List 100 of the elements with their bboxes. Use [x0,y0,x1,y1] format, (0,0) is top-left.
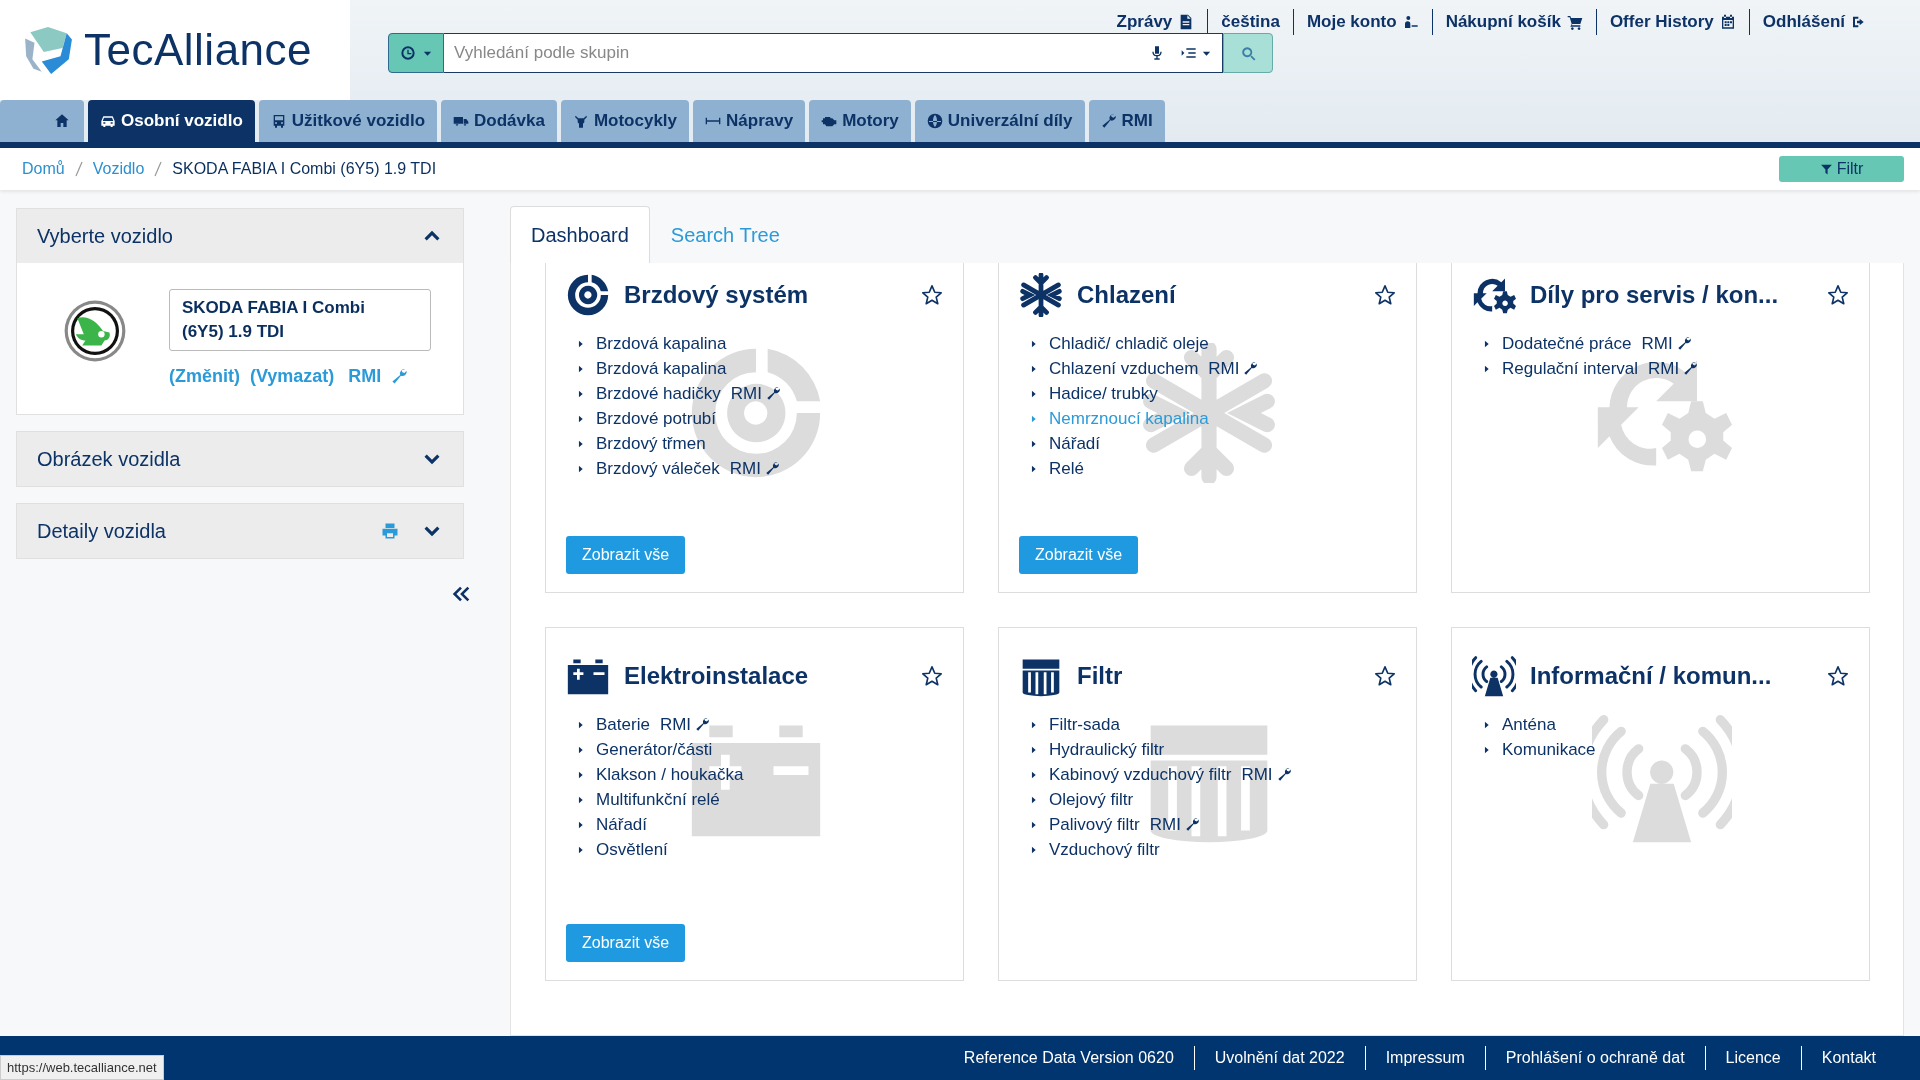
search-icon [1240,45,1256,61]
breadcrumb-link[interactable]: Vozidlo [92,157,145,181]
wrench-icon [765,386,781,401]
card-title: Díly pro servis / kon... [1530,280,1779,310]
favorite-button[interactable] [1827,665,1849,687]
breadcrumb-current: SKODA FABIA I Combi (6Y5) 1.9 TDI [172,159,437,179]
rmi-link[interactable]: RMI [659,712,711,737]
nav-tab[interactable]: Univerzální díly [914,100,1085,142]
category-link[interactable]: Brzdové potrubí [596,406,716,431]
wrench-icon [1243,361,1259,376]
category-link[interactable]: Chlazení vzduchem [1049,356,1199,381]
footer-link[interactable]: Uvolnění dat 2022 [1193,1046,1365,1070]
category-link[interactable]: Relé [1049,456,1084,481]
rmi-link[interactable]: RMI [1208,356,1259,381]
nav-tab[interactable] [0,100,84,142]
wrench-icon [391,367,409,385]
wrench-icon [1276,767,1292,782]
panel-header[interactable]: Detaily vozidla [17,503,463,558]
favorite-button[interactable] [921,284,943,306]
category-link[interactable]: Generátor/části [596,737,713,762]
breadcrumb-link[interactable]: Domů [22,157,65,181]
wrench-icon [695,717,711,732]
nav-tab[interactable]: RMI [1088,100,1165,142]
category-link[interactable]: Komunikace [1502,737,1596,762]
category-link[interactable]: Anténa [1502,712,1556,737]
favorite-button[interactable] [921,665,943,687]
category-link[interactable]: Osvětlení [596,837,668,862]
printer-icon [381,521,399,540]
car-brand-logo [63,299,127,363]
category-link[interactable]: Multifunkční relé [596,787,720,812]
card-title: Brzdový systém [624,280,809,310]
nav-tab[interactable]: Motory [809,100,911,142]
rmi-link[interactable]: RMI [1241,762,1292,787]
panel-header[interactable]: Obrázek vozidla [17,431,463,486]
star-icon [1827,284,1849,306]
top-link[interactable]: Offer History [1595,9,1749,35]
footer-link[interactable]: Licence [1704,1046,1801,1070]
card-title: Informační / komun... [1530,661,1772,691]
rmi-link[interactable]: RMI [1149,812,1200,837]
category-link[interactable]: Filtr-sada [1049,712,1120,737]
rmi-link[interactable]: RMI [1641,331,1692,356]
house-icon [54,113,70,129]
content-tab[interactable]: Dashboard [510,206,650,263]
footer-link[interactable]: Impressum [1364,1046,1485,1070]
footer-link[interactable]: Reference Data Version 0620 [943,1046,1194,1070]
category-link[interactable]: Hydraulický filtr [1049,737,1165,762]
category-link[interactable]: Regulační interval [1502,356,1639,381]
nav-tab[interactable]: Užitkové vozidlo [258,100,438,142]
top-link[interactable]: Moje konto [1292,9,1432,35]
category-link[interactable]: Hadice/ trubky [1049,381,1158,406]
panel-header[interactable]: Vyberte vozidlo [17,209,463,263]
nav-tab[interactable]: Dodávka [441,100,557,142]
snowflake-icon [1019,273,1063,317]
category-link[interactable]: Brzdový váleček [596,456,720,481]
footer-link[interactable]: Prohlášení o ochraně dat [1484,1046,1705,1070]
history-button[interactable] [388,33,444,73]
search-field[interactable]: Vyhledání podle skupin [444,33,1141,73]
logo-text: TecAlliance [84,24,313,76]
logo-icon [22,24,74,76]
category-link[interactable]: Palivový filtr [1049,812,1140,837]
user-icon [1402,13,1419,30]
wrench-icon [1683,361,1699,376]
category-link[interactable]: Dodatečné práce [1502,331,1632,356]
top-link[interactable]: Zprávy [1103,9,1208,35]
category-link[interactable]: Baterie [596,712,650,737]
nav-tab[interactable]: Motocykly [560,100,690,142]
car-icon [100,113,116,129]
category-link[interactable]: Vzduchový filtr [1049,837,1160,862]
clock-icon [399,45,416,61]
star-icon [1374,284,1396,306]
category-link[interactable]: Brzdová kapalina [596,331,727,356]
top-link[interactable]: Odhlášení [1748,9,1880,35]
print-button[interactable] [381,521,399,540]
category-link[interactable]: Brzdové hadičky [596,381,721,406]
rmi-link[interactable]: RMI [729,456,780,481]
category-link[interactable]: Nářadí [1049,431,1101,456]
breadcrumb-separator [154,161,163,177]
category-link[interactable]: Nářadí [596,812,648,837]
category-link[interactable]: Chladič/ chladič oleje [1049,331,1209,356]
rmi-link[interactable]: RMI [1648,356,1699,381]
list-icon [1181,45,1197,61]
category-link[interactable]: Brzdový třmen [596,431,706,456]
favorite-button[interactable] [1374,665,1396,687]
nav-tab[interactable]: Osobní vozidlo [88,100,255,142]
category-link[interactable]: Olejový filtr [1049,787,1134,812]
category-link[interactable]: Klakson / houkačka [596,762,744,787]
vehicle-name-field: SKODA FABIA I Combi (6Y5) 1.9 TDI [169,289,431,351]
star-icon [1374,665,1396,687]
footer-link[interactable]: Kontakt [1800,1046,1896,1070]
nav-tab[interactable]: Nápravy [693,100,806,142]
filter-button[interactable]: Filtr [1779,156,1904,182]
favorite-button[interactable] [1827,284,1849,306]
globe-icon [926,113,943,129]
calendar-icon [1719,13,1736,30]
favorite-button[interactable] [1374,284,1396,306]
wrench-icon [1100,113,1117,129]
list-mode-button[interactable] [1173,33,1223,73]
top-link[interactable]: Nákupní košík [1431,9,1596,35]
category-link[interactable]: Brzdová kapalina [596,356,727,381]
category-link[interactable]: Kabinový vzduchový filtr [1049,762,1232,787]
